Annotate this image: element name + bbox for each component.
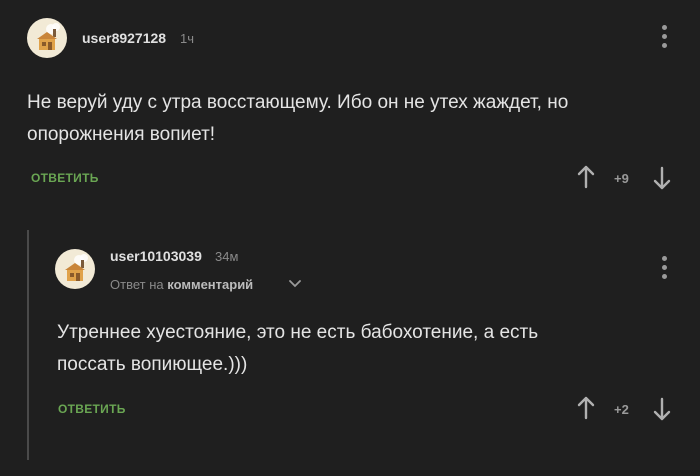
username[interactable]: user10103039 [110,248,202,264]
arrow-down-icon[interactable] [653,397,671,421]
reply-button[interactable]: ОТВЕТИТЬ [58,402,126,416]
arrow-up-icon[interactable] [577,396,595,420]
reply-button[interactable]: ОТВЕТИТЬ [31,171,99,185]
reply-to-link[interactable]: Ответ на комментарий [110,277,253,292]
username[interactable]: user8927128 [82,30,166,46]
reply-to-target: комментарий [167,277,254,292]
reply-to-prefix: Ответ на [110,277,164,292]
more-vertical-icon[interactable] [661,25,669,51]
house-avatar-icon [37,23,60,50]
arrow-up-icon[interactable] [577,165,595,189]
comment-text: Не веруй уду с утра восстающему. Ибо он … [27,87,568,151]
comment-time: 1ч [180,31,195,46]
comment-text-line: опорожнения вопиет! [27,124,216,145]
rating: +9 [614,171,629,186]
arrow-down-icon[interactable] [653,166,671,190]
comment-text: Утреннее хуестояние, это не есть бабохот… [57,317,538,381]
avatar[interactable] [27,18,67,58]
avatar[interactable] [55,249,95,289]
comment-text-line: Утреннее хуестояние, это не есть бабохот… [57,322,539,343]
comment-text-line: поссать вопиющее.))) [57,354,248,375]
comment-time: 34м [215,249,239,264]
more-vertical-icon[interactable] [661,256,669,282]
chevron-down-icon[interactable] [289,279,301,289]
rating: +2 [614,402,629,417]
house-avatar-icon [65,254,88,281]
thread-line[interactable] [27,230,29,460]
comment-text-line: Не веруй уду с утра восстающему. Ибо он … [27,92,569,113]
